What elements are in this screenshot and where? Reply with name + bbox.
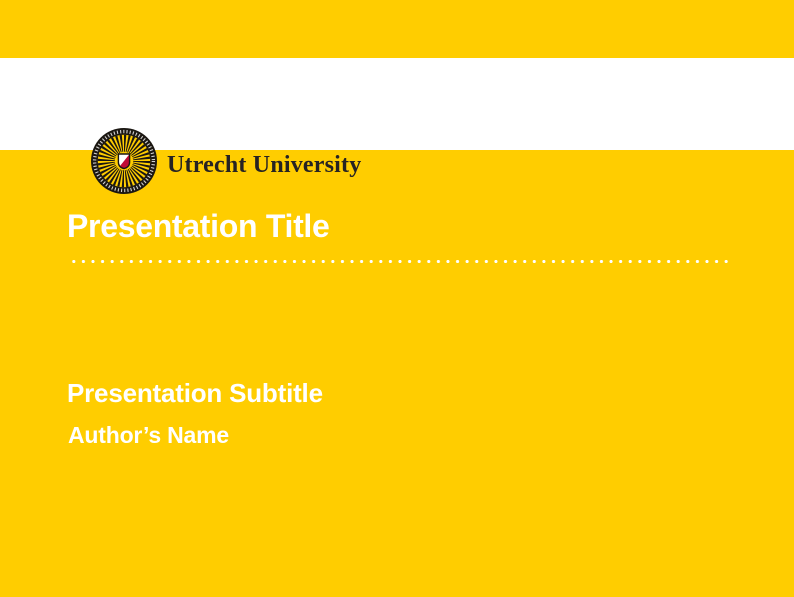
university-wordmark: Utrecht University — [167, 152, 361, 178]
title-slide: Utrecht University Presentation Title Pr… — [0, 0, 794, 597]
author-name: Author’s Name — [68, 424, 229, 447]
dotted-divider — [67, 258, 729, 265]
presentation-title: Presentation Title — [67, 210, 330, 242]
logo-band: Utrecht University — [0, 58, 794, 150]
presentation-subtitle: Presentation Subtitle — [67, 380, 323, 406]
utrecht-university-seal-icon — [91, 128, 157, 194]
shield — [118, 154, 129, 170]
